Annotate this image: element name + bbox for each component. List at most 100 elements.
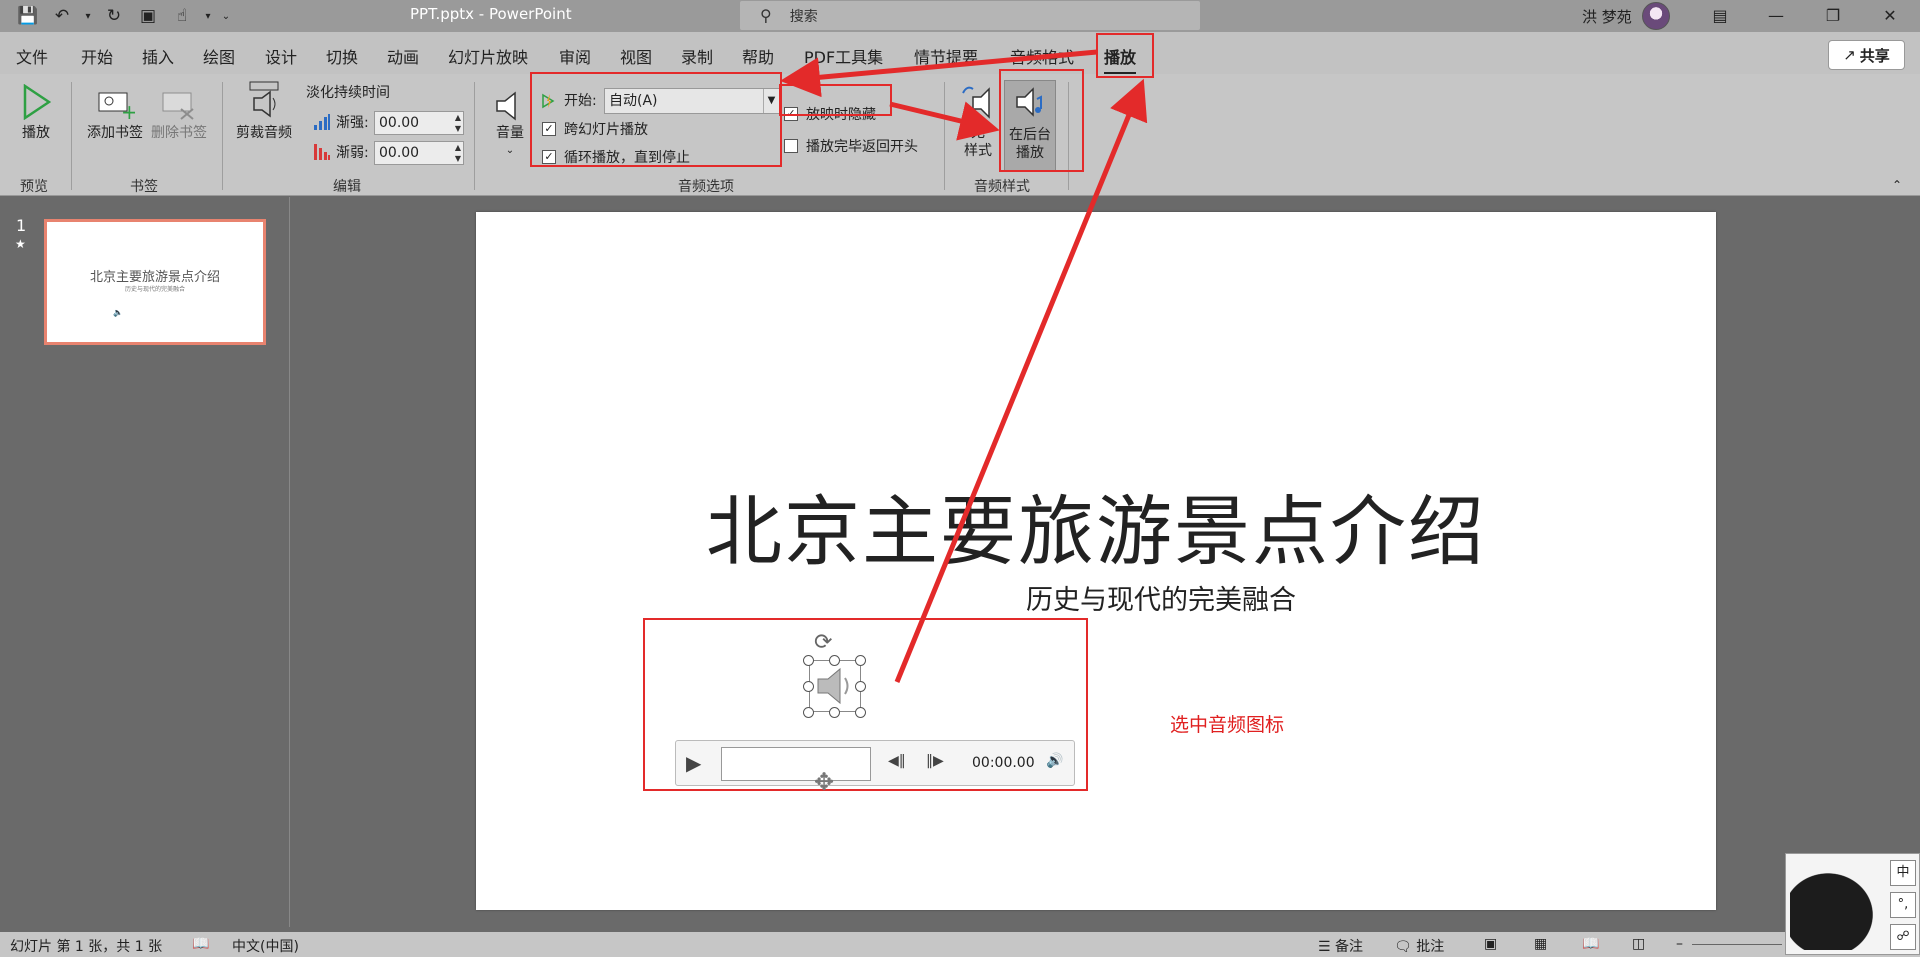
undo-dropdown-icon[interactable]: ▾ xyxy=(82,3,94,29)
zoom-out-icon[interactable]: – xyxy=(1676,936,1683,952)
tab-transitions[interactable]: 切换 xyxy=(326,44,358,68)
accessibility-icon[interactable]: 📖 xyxy=(192,936,209,952)
tab-slideshow[interactable]: 幻灯片放映 xyxy=(448,44,528,68)
no-style-button[interactable] xyxy=(958,82,994,122)
notes-button[interactable]: ☰ 备注 xyxy=(1318,936,1363,956)
share-button[interactable]: ↗ 共享 xyxy=(1828,40,1905,70)
resize-handle[interactable] xyxy=(803,707,814,718)
tab-help[interactable]: 帮助 xyxy=(742,44,774,68)
group-separator xyxy=(474,82,475,190)
slideshow-view-icon[interactable]: ◫ xyxy=(1632,936,1645,952)
tab-record[interactable]: 录制 xyxy=(681,44,713,68)
start-select[interactable]: 自动(A) ▼ xyxy=(604,88,780,114)
save-icon[interactable]: 💾 xyxy=(14,3,42,29)
tab-home[interactable]: 开始 xyxy=(81,44,113,68)
close-icon[interactable]: ✕ xyxy=(1862,0,1918,30)
presentation-icon[interactable]: ▣ xyxy=(134,3,162,29)
tab-view[interactable]: 视图 xyxy=(620,44,652,68)
move-handle-icon[interactable]: ✥ xyxy=(814,768,834,796)
group-audio-options-label: 音频选项 xyxy=(678,179,734,195)
stepper-arrows-icon[interactable]: ▲ ▼ xyxy=(455,142,461,164)
skip-back-icon[interactable]: ◀‖ xyxy=(888,753,906,769)
chevron-down-icon[interactable]: ▼ xyxy=(763,89,779,113)
reading-view-icon[interactable]: 📖 xyxy=(1582,936,1599,952)
volume-button[interactable] xyxy=(490,88,530,124)
tab-draw[interactable]: 绘图 xyxy=(203,44,235,68)
resize-handle[interactable] xyxy=(803,655,814,666)
fade-in-icon xyxy=(312,112,332,132)
tab-design[interactable]: 设计 xyxy=(265,44,297,68)
slide-title[interactable]: 北京主要旅游景点介绍 xyxy=(476,470,1716,580)
ribbon-display-icon[interactable]: ▤ xyxy=(1692,0,1748,30)
tab-audio-format[interactable]: 音频格式 xyxy=(1010,44,1074,68)
slide-thumbnail[interactable]: 北京主要旅游景点介绍 历史与现代的完美融合 🔈 xyxy=(44,219,266,345)
customize-qat-icon[interactable]: ⌄ xyxy=(220,3,232,29)
add-bookmark-button[interactable]: + xyxy=(94,86,136,122)
trim-audio-button[interactable] xyxy=(244,78,284,122)
slide-canvas[interactable]: 北京主要旅游景点介绍 历史与现代的完美融合 选中音频图标 ⟳ ▶ ◀‖ ‖▶ 0… xyxy=(476,212,1716,910)
user-account[interactable]: 洪 梦苑 xyxy=(1582,2,1670,30)
resize-handle[interactable] xyxy=(855,707,866,718)
normal-view-icon[interactable]: ▣ xyxy=(1484,936,1497,952)
player-volume-icon[interactable]: 🔊 xyxy=(1046,753,1063,769)
slide-sorter-icon[interactable]: ▦ xyxy=(1534,936,1547,952)
undo-icon[interactable]: ↶ xyxy=(48,3,76,29)
checkbox-checked-icon[interactable]: ✓ xyxy=(542,150,556,164)
group-preview-label: 预览 xyxy=(20,179,48,195)
resize-handle[interactable] xyxy=(829,707,840,718)
tab-animations[interactable]: 动画 xyxy=(387,44,419,68)
minimize-icon[interactable]: — xyxy=(1748,0,1804,30)
avatar[interactable] xyxy=(1641,2,1670,30)
group-editing-label: 编辑 xyxy=(333,179,361,195)
checkbox-unchecked-icon[interactable] xyxy=(784,139,798,153)
collapse-ribbon-icon[interactable]: ⌃ xyxy=(1892,176,1902,194)
bg-play-label-line1: 在后台 xyxy=(1009,127,1051,143)
comments-button[interactable]: 🗨 批注 xyxy=(1394,936,1444,956)
volume-label: 音量 xyxy=(496,125,524,141)
zoom-slider[interactable] xyxy=(1692,944,1782,945)
player-play-icon[interactable]: ▶ xyxy=(686,751,701,775)
loop-checkbox[interactable]: ✓ 循环播放，直到停止 xyxy=(542,147,690,167)
checkbox-checked-icon[interactable]: ✓ xyxy=(542,122,556,136)
resize-handle[interactable] xyxy=(829,655,840,666)
restore-icon[interactable]: ❐ xyxy=(1805,0,1861,30)
ime-widget[interactable]: 中 °, ☍ xyxy=(1785,853,1920,955)
redo-icon[interactable]: ↻ xyxy=(100,3,128,29)
cross-slides-checkbox[interactable]: ✓ 跨幻灯片播放 xyxy=(542,119,648,139)
tab-playback[interactable]: 播放 xyxy=(1104,44,1137,75)
touch-mode-icon[interactable]: ☝ xyxy=(168,3,196,29)
tab-pdf-tools[interactable]: PDF工具集 xyxy=(804,44,883,68)
tab-file[interactable]: 文件 xyxy=(16,44,48,68)
tab-review[interactable]: 审阅 xyxy=(559,44,591,68)
audio-icon-selection[interactable] xyxy=(809,660,861,712)
hide-during-show-checkbox[interactable]: ✓ 放映时隐藏 xyxy=(784,104,876,124)
resize-handle[interactable] xyxy=(855,655,866,666)
play-preview-button[interactable] xyxy=(18,82,54,122)
ime-skin-icon[interactable]: ☍ xyxy=(1890,924,1916,950)
fade-out-stepper[interactable]: 00.00 ▲ ▼ xyxy=(374,141,464,165)
resize-handle[interactable] xyxy=(855,681,866,692)
slide-subtitle[interactable]: 历史与现代的完美融合 xyxy=(476,578,1716,617)
stepper-arrows-icon[interactable]: ▲ ▼ xyxy=(455,112,461,134)
skip-forward-icon[interactable]: ‖▶ xyxy=(926,753,944,769)
player-progress-bar[interactable] xyxy=(721,747,871,781)
group-separator xyxy=(71,82,72,190)
start-lightning-icon xyxy=(540,92,558,110)
status-bar: 幻灯片 第 1 张，共 1 张 📖 中文(中国) ☰ 备注 🗨 批注 ▣ ▦ 📖… xyxy=(0,932,1920,957)
ime-chinese-key[interactable]: 中 xyxy=(1890,860,1916,886)
tab-insert[interactable]: 插入 xyxy=(142,44,174,68)
rotate-handle-icon[interactable]: ⟳ xyxy=(814,630,832,655)
language-indicator[interactable]: 中文(中国) xyxy=(232,936,299,956)
group-audio-styles-label: 音频样式 xyxy=(974,179,1030,195)
touch-dropdown-icon[interactable]: ▾ xyxy=(202,3,214,29)
search-input[interactable]: ⚲ 搜索 xyxy=(740,1,1200,30)
resize-handle[interactable] xyxy=(803,681,814,692)
rewind-checkbox[interactable]: 播放完毕返回开头 xyxy=(784,136,918,156)
tab-playback-label: 播放 xyxy=(1104,48,1137,67)
ime-punctuation-key[interactable]: °, xyxy=(1890,892,1916,918)
title-bar: 💾 ↶ ▾ ↻ ▣ ☝ ▾ ⌄ PPT.pptx - PowerPoint ⚲ … xyxy=(0,0,1920,32)
tab-storyboard[interactable]: 情节提要 xyxy=(914,44,978,68)
checkbox-checked-icon[interactable]: ✓ xyxy=(784,107,798,121)
volume-dropdown-icon[interactable]: ⌄ xyxy=(500,142,520,160)
fade-in-stepper[interactable]: 00.00 ▲ ▼ xyxy=(374,111,464,135)
